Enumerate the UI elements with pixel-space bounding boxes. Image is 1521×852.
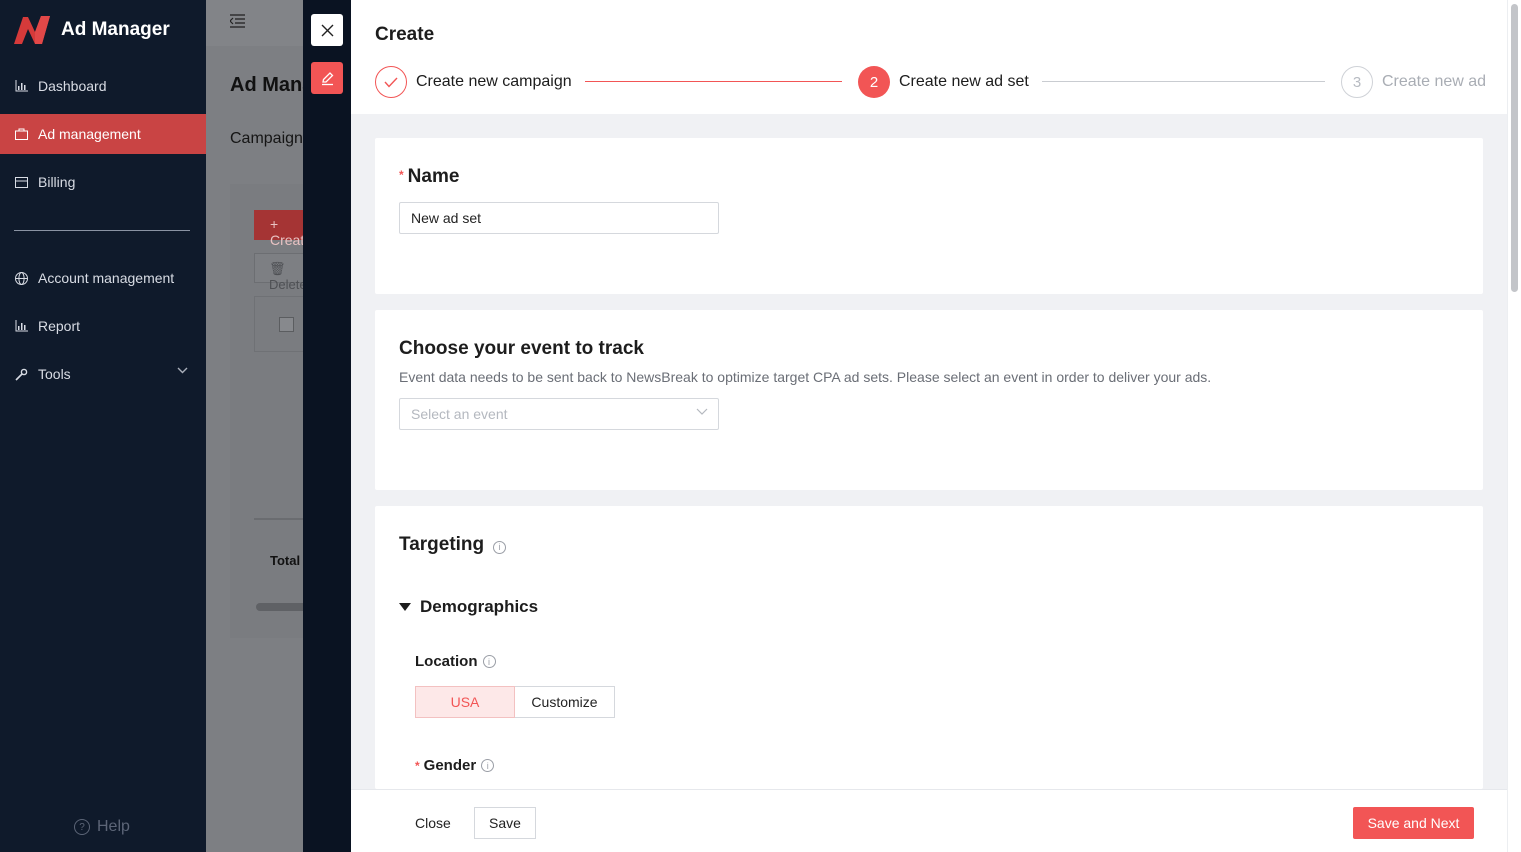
event-select-placeholder: Select an event xyxy=(411,406,508,422)
sidebar-item-tools[interactable]: Tools xyxy=(0,354,206,394)
background-topbar xyxy=(206,0,304,46)
sidebar-item-ad-management[interactable]: Ad management xyxy=(0,114,206,154)
sidebar-item-billing[interactable]: Billing xyxy=(0,162,206,202)
name-card: * Name xyxy=(375,138,1483,294)
sidebar-item-label: Report xyxy=(38,318,81,334)
drawer-scrollbar[interactable] xyxy=(1507,0,1521,852)
step-connector-pending xyxy=(1042,81,1325,82)
step-label: Create new ad xyxy=(1382,73,1487,90)
save-button[interactable]: Save xyxy=(474,807,536,839)
required-asterisk: * xyxy=(415,758,420,773)
sidebar: Ad Manager Dashboard Ad management Billi… xyxy=(0,0,206,852)
briefcase-icon xyxy=(14,127,28,141)
chevron-down-icon xyxy=(177,367,188,374)
app-title: Ad Manager xyxy=(61,19,170,40)
help-link[interactable]: ? Help xyxy=(74,818,130,836)
save-and-next-button[interactable]: Save and Next xyxy=(1353,807,1474,839)
step-label: Create new campaign xyxy=(416,73,572,90)
sidebar-item-label: Tools xyxy=(38,366,71,382)
sidebar-divider xyxy=(14,230,190,231)
plus-icon: + xyxy=(270,216,279,232)
location-option-customize[interactable]: Customize xyxy=(515,686,615,718)
drawer-title: Create xyxy=(375,24,435,45)
background-delete-label: Delete xyxy=(269,277,304,292)
scrollbar-thumb[interactable] xyxy=(1511,4,1518,292)
wrench-icon xyxy=(14,367,28,381)
location-label: Location xyxy=(415,653,478,670)
background-scrollbar xyxy=(256,603,304,611)
background-delete-button: 🗑 Delete xyxy=(254,253,304,292)
drawer-rail xyxy=(303,0,351,852)
step-create-ad[interactable]: 3 Create new ad xyxy=(1341,66,1486,98)
info-icon[interactable]: i xyxy=(493,540,507,554)
background-tab-campaign: Campaign xyxy=(230,130,303,147)
event-card: Choose your event to track Event data ne… xyxy=(375,310,1483,490)
close-icon xyxy=(321,24,333,36)
sidebar-item-label: Account management xyxy=(38,270,175,286)
background-total-label: Total xyxy=(270,553,301,568)
background-checkbox xyxy=(279,317,294,332)
drawer-edit-button[interactable] xyxy=(311,62,343,94)
step-number: 3 xyxy=(1341,66,1373,98)
step-create-ad-set[interactable]: 2 Create new ad set xyxy=(858,66,1029,98)
step-number: 2 xyxy=(858,66,890,98)
drawer-header: Create Create new campaign 2 Create new … xyxy=(351,0,1507,114)
sidebar-item-label: Billing xyxy=(38,174,76,190)
drawer-footer: Close Save Save and Next xyxy=(351,789,1507,852)
required-asterisk: * xyxy=(399,168,404,182)
info-icon[interactable]: i xyxy=(481,759,495,772)
step-create-campaign[interactable]: Create new campaign xyxy=(375,66,572,98)
sidebar-item-label: Dashboard xyxy=(38,78,107,94)
menu-collapse-icon xyxy=(230,14,245,28)
app-logo[interactable]: Ad Manager xyxy=(14,14,170,46)
location-segmented-control: USA Customize xyxy=(415,686,615,718)
background-page-overlay: Ad Management Campaign + Create 🗑 Delete… xyxy=(206,0,304,852)
name-input[interactable] xyxy=(399,202,719,234)
location-heading: Location i xyxy=(415,653,496,670)
trash-icon: 🗑 xyxy=(269,261,286,276)
gender-label: Gender xyxy=(423,757,477,774)
chevron-down-icon xyxy=(696,408,708,415)
close-button[interactable]: Close xyxy=(415,815,451,831)
drawer-close-button[interactable] xyxy=(311,14,343,46)
sidebar-item-dashboard[interactable]: Dashboard xyxy=(0,66,206,106)
sidebar-item-account-management[interactable]: Account management xyxy=(0,258,206,298)
card-icon xyxy=(14,175,28,189)
help-label: Help xyxy=(97,818,130,835)
create-drawer: Create Create new campaign 2 Create new … xyxy=(351,0,1507,852)
check-icon xyxy=(375,66,407,98)
event-heading: Choose your event to track xyxy=(399,338,644,359)
name-label: Name xyxy=(407,166,460,187)
gender-heading: * Gender i xyxy=(415,757,495,774)
name-heading: * Name xyxy=(399,166,459,188)
demographics-toggle[interactable]: Demographics xyxy=(399,597,538,617)
edit-icon xyxy=(321,71,333,85)
info-icon[interactable]: i xyxy=(482,655,496,668)
step-label: Create new ad set xyxy=(899,73,1029,90)
caret-down-icon xyxy=(399,603,411,611)
targeting-label: Targeting xyxy=(399,534,485,555)
event-description: Event data needs to be sent back to News… xyxy=(399,369,1212,385)
targeting-heading: Targeting i xyxy=(399,534,507,556)
logo-icon xyxy=(14,16,50,44)
sidebar-item-report[interactable]: Report xyxy=(0,306,206,346)
background-create-button: + Create xyxy=(254,210,304,248)
sidebar-item-label: Ad management xyxy=(38,126,141,142)
bar-chart-icon xyxy=(14,79,28,93)
background-page-title: Ad Management xyxy=(230,74,304,96)
background-divider xyxy=(254,518,304,520)
bar-chart-icon xyxy=(14,319,28,333)
event-select[interactable]: Select an event xyxy=(399,398,719,430)
globe-icon xyxy=(14,271,28,285)
background-table-header xyxy=(254,296,304,352)
targeting-card: Targeting i Demographics Location i USA … xyxy=(375,506,1483,789)
location-option-usa[interactable]: USA xyxy=(415,686,515,718)
demographics-label: Demographics xyxy=(420,597,539,616)
background-create-label: Create xyxy=(270,232,304,248)
question-icon: ? xyxy=(74,819,90,835)
step-connector-done xyxy=(585,81,842,82)
